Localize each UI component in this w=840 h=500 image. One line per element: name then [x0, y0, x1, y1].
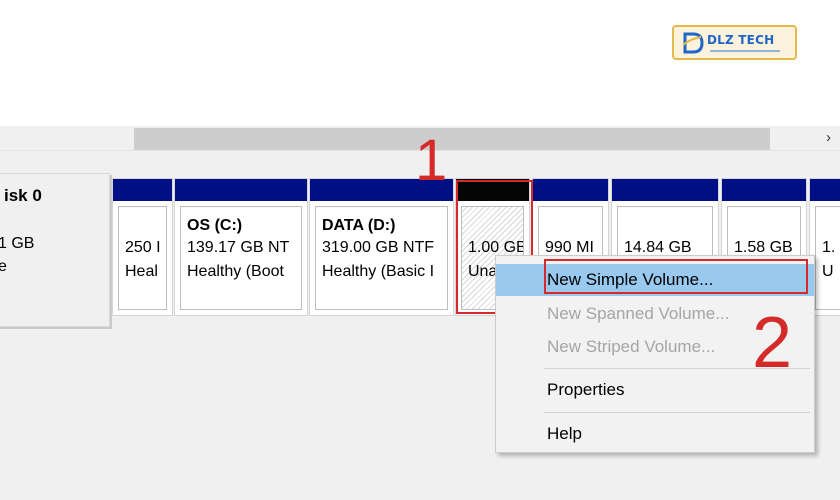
partition-status: Healthy (Boot	[187, 263, 284, 280]
partition-size: 319.00 GB NTF	[322, 239, 435, 256]
partition-size: 1.	[822, 239, 836, 256]
partition-size: 250 I	[125, 239, 161, 256]
top-background	[0, 0, 840, 126]
disk-status: e	[0, 258, 7, 275]
partition-bar	[722, 179, 806, 201]
partition-bar	[810, 179, 840, 201]
dlz-tech-logo: DLZ TECH	[672, 25, 797, 60]
disk-size: 1 GB	[0, 235, 35, 252]
partition-os-c[interactable]: OS (C:) 139.17 GB NT Healthy (Boot	[174, 178, 308, 316]
partition-bar	[175, 179, 307, 201]
partition-body: 250 I Heal	[118, 206, 167, 310]
horizontal-scrollbar-thumb[interactable]	[134, 128, 770, 150]
menu-separator	[544, 412, 810, 413]
partition-title: OS (C:)	[187, 217, 243, 234]
partition-status: U	[822, 263, 834, 280]
partition-bar	[533, 179, 608, 201]
partition-bar	[612, 179, 718, 201]
partition-bar	[113, 179, 172, 201]
scroll-right-arrow-icon[interactable]: ›	[826, 128, 831, 148]
partition-body: DATA (D:) 319.00 GB NTF Healthy (Basic I	[315, 206, 448, 310]
logo-tagline	[710, 50, 780, 52]
partition-size: 139.17 GB NT	[187, 239, 290, 256]
menu-item-help[interactable]: Help	[496, 418, 814, 450]
disk-name: isk 0	[4, 186, 42, 205]
dlz-tech-logo-icon	[682, 32, 704, 54]
logo-text: DLZ TECH	[707, 33, 775, 47]
new-simple-volume-highlight-box	[544, 259, 808, 294]
partition-title: DATA (D:)	[322, 217, 396, 234]
partition-status: Heal	[125, 263, 158, 280]
partition-status: Healthy (Basic I	[322, 263, 435, 280]
partition-system-reserved[interactable]: 250 I Heal	[112, 178, 173, 316]
partition-data-d[interactable]: DATA (D:) 319.00 GB NTF Healthy (Basic I	[309, 178, 454, 316]
partition-body: 1. U	[815, 206, 840, 310]
step-2-annotation: 2	[752, 303, 793, 383]
step-1-annotation: 1	[415, 128, 448, 193]
partition-body: OS (C:) 139.17 GB NT Healthy (Boot	[180, 206, 302, 310]
